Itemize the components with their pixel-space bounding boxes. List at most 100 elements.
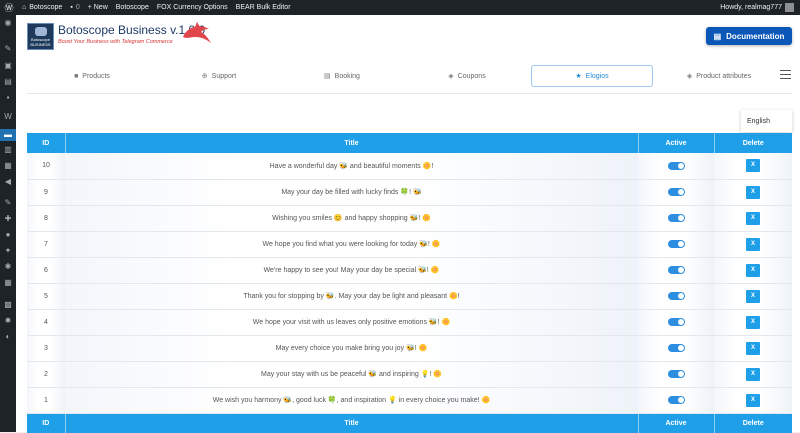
home-icon: ⌂ <box>22 4 27 11</box>
tab-product-attributes[interactable]: ◈ Product attributes <box>657 65 781 87</box>
active-toggle[interactable] <box>667 318 685 326</box>
column-header-active[interactable]: Active <box>638 133 715 153</box>
table-row: 1 We wish you harmony 🐝, good luck 🍀, and… <box>27 387 792 414</box>
cell-id: 2 <box>27 361 65 388</box>
cell-title[interactable]: We're happy to see you! May your day be … <box>65 257 638 284</box>
pages-icon[interactable]: ▤ <box>3 78 13 86</box>
tab-elogios[interactable]: ★ Elogios <box>531 65 653 87</box>
delete-button[interactable]: X <box>746 367 760 381</box>
delete-button[interactable]: X <box>746 185 760 199</box>
cell-title[interactable]: May your stay with us be peaceful 🐝 and … <box>65 361 638 388</box>
adminbar-comments-count: 0 <box>75 4 80 11</box>
table-row: 5 Thank you for stopping by 🐝. May your d… <box>27 283 792 310</box>
delete-button[interactable]: X <box>746 211 760 225</box>
delete-button[interactable]: X <box>746 263 760 277</box>
grid-icon[interactable]: ▩ <box>3 301 13 309</box>
cell-title[interactable]: Wishing you smiles 😊 and happy shopping … <box>65 205 638 232</box>
active-toggle[interactable] <box>667 396 685 404</box>
dashboard-icon[interactable]: ◉ <box>3 19 13 27</box>
column-header-delete: Delete <box>714 133 792 153</box>
documentation-button[interactable]: ▤ Documentation <box>706 27 792 45</box>
delete-button[interactable]: X <box>746 237 760 251</box>
active-toggle[interactable] <box>667 188 685 196</box>
adminbar-link-bear[interactable]: BEAR Bulk Editor <box>232 0 295 15</box>
column-header-title[interactable]: Title <box>65 133 639 153</box>
admin-bar: Ⓦ ⌂ Botoscope ▪ 0 + New Botoscope FOX Curr… <box>0 0 800 15</box>
language-select[interactable]: English <box>741 110 792 132</box>
appearance-icon[interactable]: ✎ <box>3 199 13 207</box>
active-toggle[interactable] <box>667 266 685 274</box>
cell-delete: X <box>714 153 792 180</box>
analytics-icon[interactable]: ▦ <box>3 162 13 170</box>
collapse-icon[interactable]: ◐ <box>3 333 13 341</box>
robot-icon <box>34 26 47 36</box>
cell-title[interactable]: We wish you harmony 🐝, good luck 🍀, and … <box>65 387 638 414</box>
tab-coupons[interactable]: ◈ Coupons <box>402 65 532 87</box>
tab-label: Products <box>82 72 110 80</box>
brand: Botoscope BUSINESS Botoscope Business v.… <box>27 23 205 50</box>
cell-title[interactable]: We hope you find what you were looking f… <box>65 231 638 258</box>
adminbar-link-label: Botoscope <box>115 4 149 11</box>
adminbar-link-fox[interactable]: FOX Currency Options <box>153 0 232 15</box>
delete-button[interactable]: X <box>746 393 760 407</box>
cell-title[interactable]: May every choice you make bring you joy … <box>65 335 638 362</box>
active-toggle[interactable] <box>667 240 685 248</box>
tab-products[interactable]: ■ Products <box>27 65 157 87</box>
botoscope-icon[interactable]: ▬ <box>0 129 16 141</box>
adminbar-new-label: + New <box>87 4 108 11</box>
cell-delete: X <box>714 309 792 336</box>
active-toggle[interactable] <box>667 344 685 352</box>
cell-title[interactable]: We hope your visit with us leaves only p… <box>65 309 638 336</box>
cell-active <box>638 179 714 206</box>
column-header-id[interactable]: ID <box>27 133 66 153</box>
adminbar-account[interactable]: Howdy, realmag777 <box>716 0 800 15</box>
active-toggle[interactable] <box>667 370 685 378</box>
tab-support[interactable]: ⊕ Support <box>154 65 284 87</box>
settings-icon[interactable]: ✱ <box>3 263 13 271</box>
posts-icon[interactable]: ✎ <box>3 45 13 53</box>
calendar-icon[interactable]: ▦ <box>3 279 13 287</box>
wordpress-logo-icon[interactable]: Ⓦ <box>0 0 18 15</box>
users-icon[interactable]: ● <box>3 231 13 239</box>
tab-booking[interactable]: ▤ Booking <box>277 65 407 87</box>
delete-button[interactable]: X <box>746 315 760 329</box>
dolphin-icon <box>183 22 211 43</box>
cell-id: 7 <box>27 231 65 258</box>
document-icon: ▤ <box>713 31 722 41</box>
active-toggle[interactable] <box>667 292 685 300</box>
active-toggle[interactable] <box>667 161 685 170</box>
avatar <box>785 3 794 12</box>
cell-title[interactable]: Have a wonderful day 🐝 and beautiful mom… <box>65 153 638 180</box>
adminbar-site-label: Botoscope <box>29 4 63 11</box>
delete-button[interactable]: X <box>746 341 760 355</box>
adminbar-site-link[interactable]: ⌂ Botoscope <box>18 0 66 15</box>
cell-title[interactable]: Thank you for stopping by 🐝. May your da… <box>65 283 638 310</box>
plugins-icon[interactable]: ✚ <box>3 215 13 223</box>
cell-delete: X <box>714 283 792 310</box>
cell-active <box>638 153 714 180</box>
delete-button[interactable]: X <box>746 289 760 303</box>
marketing-icon[interactable]: ◀ <box>3 178 13 186</box>
delete-button[interactable]: X <box>746 159 760 173</box>
cell-id: 1 <box>27 387 65 414</box>
elogios-table: ID Title Active Delete 10 Have a wonderfu… <box>27 133 792 433</box>
cell-active <box>638 257 714 284</box>
media-icon[interactable]: ▣ <box>3 62 13 70</box>
comments-icon[interactable]: ▪ <box>3 94 13 102</box>
hamburger-menu-icon[interactable] <box>780 70 791 79</box>
cell-active <box>638 309 714 336</box>
tools-icon[interactable]: ✦ <box>3 247 13 255</box>
cell-active <box>638 361 714 388</box>
language-label: English <box>747 117 770 125</box>
adminbar-link-botoscope[interactable]: Botoscope <box>112 0 153 15</box>
adminbar-link-label: BEAR Bulk Editor <box>235 4 291 11</box>
active-toggle[interactable] <box>667 214 685 222</box>
bag-icon: ■ <box>74 72 79 80</box>
adminbar-new[interactable]: + New <box>84 0 112 15</box>
cell-title[interactable]: May your day be filled with lucky finds … <box>65 179 638 206</box>
woocommerce-icon[interactable]: W <box>3 113 13 121</box>
gear-icon[interactable]: ✹ <box>3 317 13 325</box>
adminbar-comments[interactable]: ▪ 0 <box>66 0 83 15</box>
table-row: 2 May your stay with us be peaceful 🐝 and… <box>27 361 792 388</box>
products-icon[interactable]: ▥ <box>3 146 13 154</box>
